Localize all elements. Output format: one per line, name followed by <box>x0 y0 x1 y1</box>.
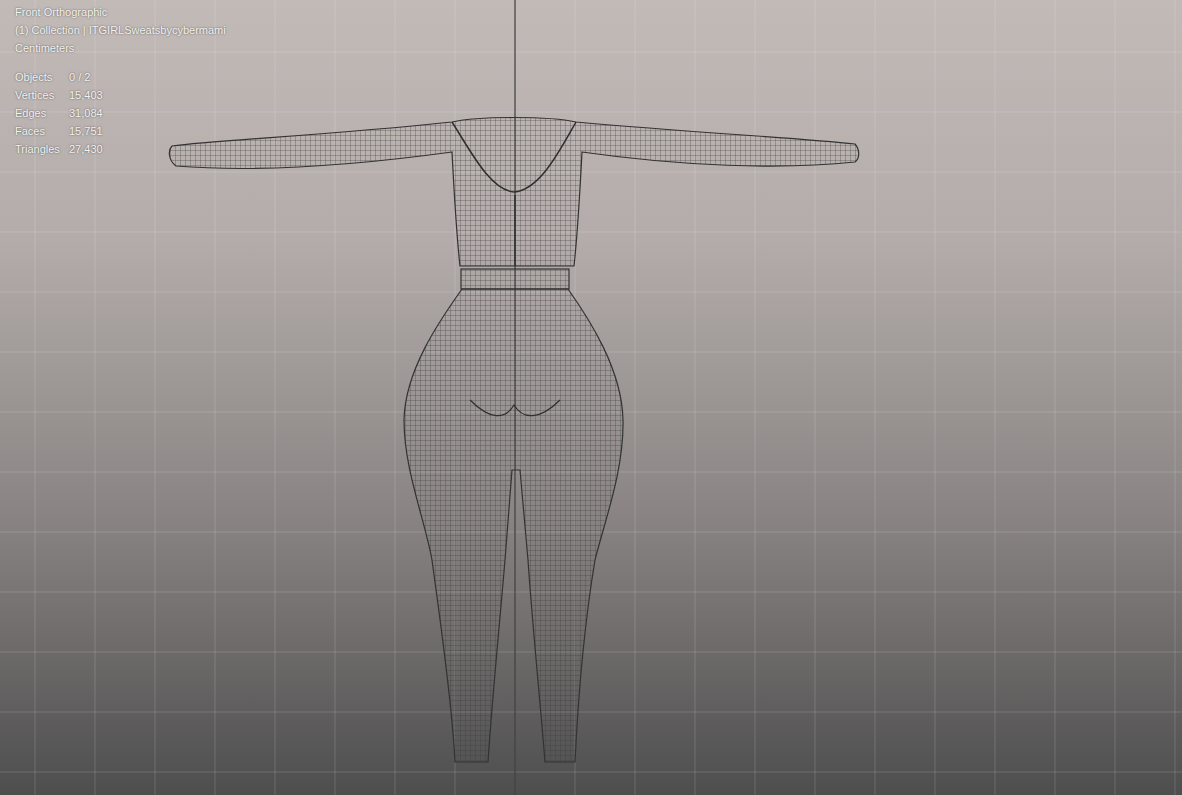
stats-row: Triangles27,430 <box>15 140 226 158</box>
blender-viewport[interactable]: Front Orthographic(1) Collection | ITGIR… <box>0 0 1182 795</box>
stats-label: Edges <box>15 104 69 122</box>
stats-value: 15,403 <box>69 86 103 104</box>
stats-row: Vertices15,403 <box>15 86 226 104</box>
stats-row: Faces15,751 <box>15 122 226 140</box>
stats-value: 27,430 <box>69 140 103 158</box>
leggings-mesh[interactable] <box>404 289 623 762</box>
stats-label: Triangles <box>15 140 69 158</box>
collection-name: (1) Collection | ITGIRLSweatsbycybermami <box>15 21 226 39</box>
viewport-overlay: Front Orthographic(1) Collection | ITGIR… <box>15 3 226 158</box>
hoodie-mesh[interactable] <box>169 118 858 267</box>
stats-value: 0 / 2 <box>69 68 90 86</box>
viewport-canvas[interactable] <box>0 0 1182 795</box>
stats-label: Vertices <box>15 86 69 104</box>
stats-row: Edges31,084 <box>15 104 226 122</box>
stats-label: Faces <box>15 122 69 140</box>
view-name: Front Orthographic <box>15 3 226 21</box>
stats-row: Objects0 / 2 <box>15 68 226 86</box>
stats-value: 31,084 <box>69 104 103 122</box>
hood-mesh <box>452 122 576 192</box>
units-label: Centimeters <box>15 39 226 57</box>
stats-value: 15,751 <box>69 122 103 140</box>
wireframe-model[interactable] <box>169 118 858 763</box>
stats-table: Objects0 / 2Vertices15,403Edges31,084Fac… <box>15 68 226 158</box>
waistband-mesh <box>461 269 569 289</box>
grid <box>0 0 1182 795</box>
stats-label: Objects <box>15 68 69 86</box>
